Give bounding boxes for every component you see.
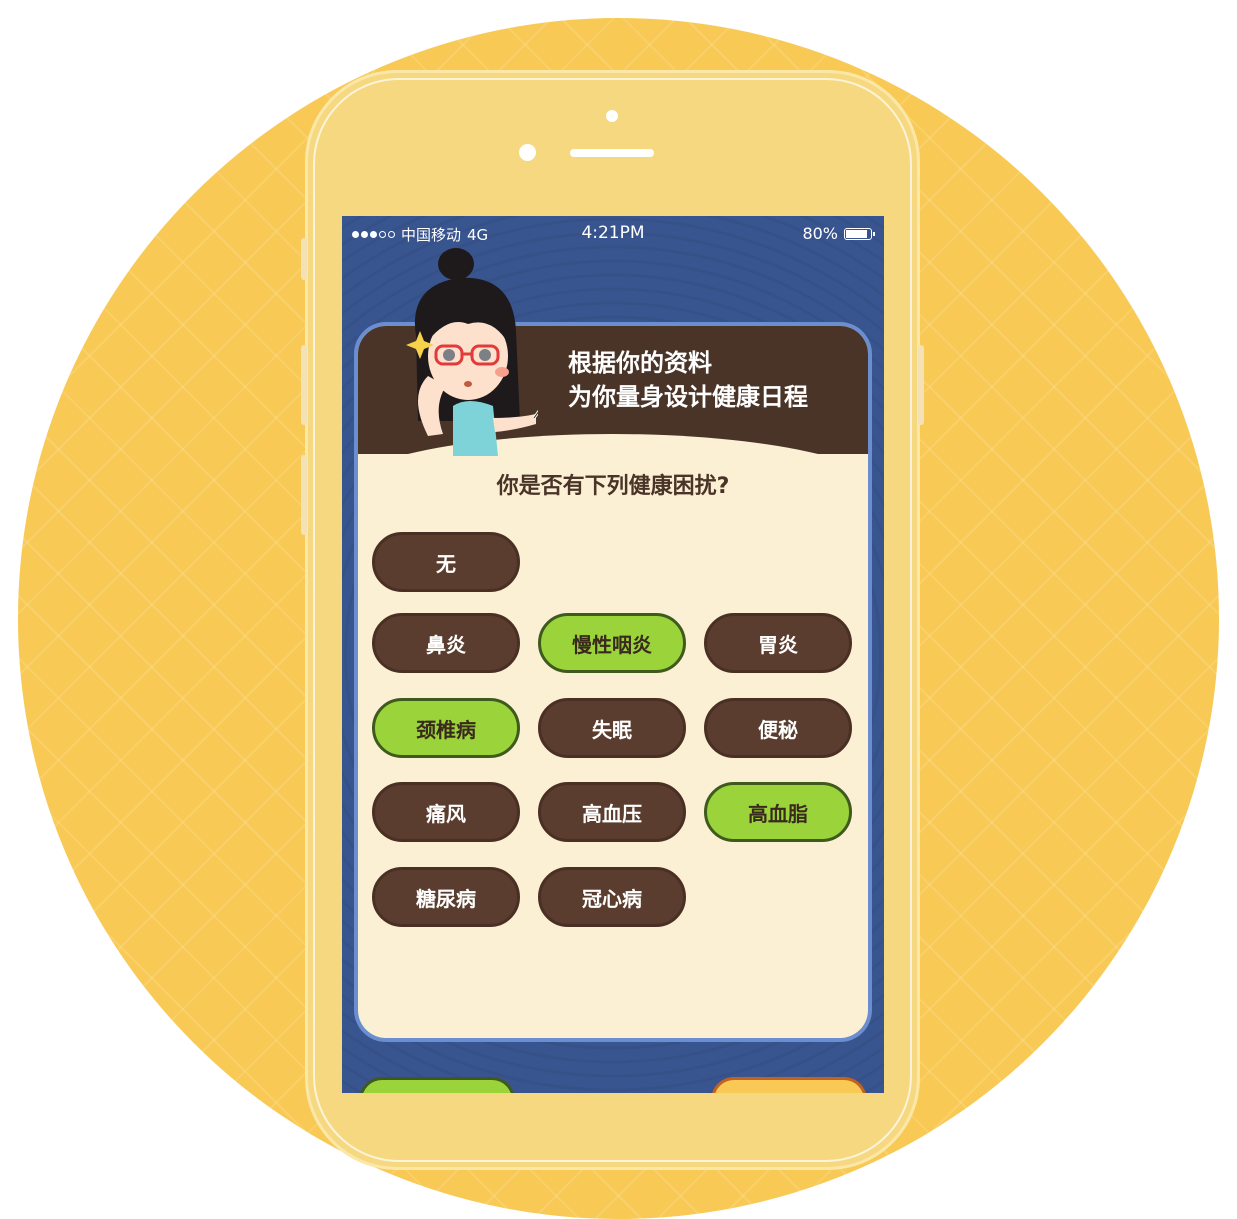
option-hyperlipidemia[interactable]: 高血脂 xyxy=(704,782,852,842)
option-hypertension[interactable]: 高血压 xyxy=(538,782,686,842)
option-coronary-heart-disease[interactable]: 冠心病 xyxy=(538,867,686,927)
option-rhinitis[interactable]: 鼻炎 xyxy=(372,613,520,673)
status-bar: 中国移动 4G 4:21PM 80% xyxy=(342,216,884,250)
option-cervical-spondylosis[interactable]: 颈椎病 xyxy=(372,698,520,758)
header-message: 根据你的资料 为你量身设计健康日程 xyxy=(568,346,808,414)
front-camera xyxy=(519,144,536,161)
option-constipation[interactable]: 便秘 xyxy=(704,698,852,758)
header-line-2: 为你量身设计健康日程 xyxy=(568,383,808,411)
power-button xyxy=(918,345,924,425)
earpiece-speaker xyxy=(570,149,654,157)
phone-screen: 中国移动 4G 4:21PM 80% 根据你的资料 为你量身设计健康日程 你是否… xyxy=(342,216,884,1093)
option-gout[interactable]: 痛风 xyxy=(372,782,520,842)
back-button[interactable] xyxy=(362,1080,512,1093)
question-title: 你是否有下列健康困扰? xyxy=(496,474,730,499)
option-chronic-pharyngitis[interactable]: 慢性咽炎 xyxy=(538,613,686,673)
status-right: 80% xyxy=(802,224,875,243)
header-line-1: 根据你的资料 xyxy=(568,349,712,377)
volume-down-button xyxy=(301,455,307,535)
volume-up-button xyxy=(301,345,307,425)
battery-percent: 80% xyxy=(802,224,838,243)
option-diabetes[interactable]: 糖尿病 xyxy=(372,867,520,927)
teacher-avatar xyxy=(406,248,538,456)
option-none[interactable]: 无 xyxy=(372,532,520,592)
option-insomnia[interactable]: 失眠 xyxy=(538,698,686,758)
question-card: 根据你的资料 为你量身设计健康日程 你是否有下列健康困扰? 无 鼻炎 慢性咽炎 … xyxy=(358,248,868,1038)
battery-icon xyxy=(844,227,875,240)
next-button[interactable] xyxy=(714,1080,864,1093)
proximity-sensor xyxy=(606,110,618,122)
option-gastritis[interactable]: 胃炎 xyxy=(704,613,852,673)
mute-switch xyxy=(301,238,307,280)
